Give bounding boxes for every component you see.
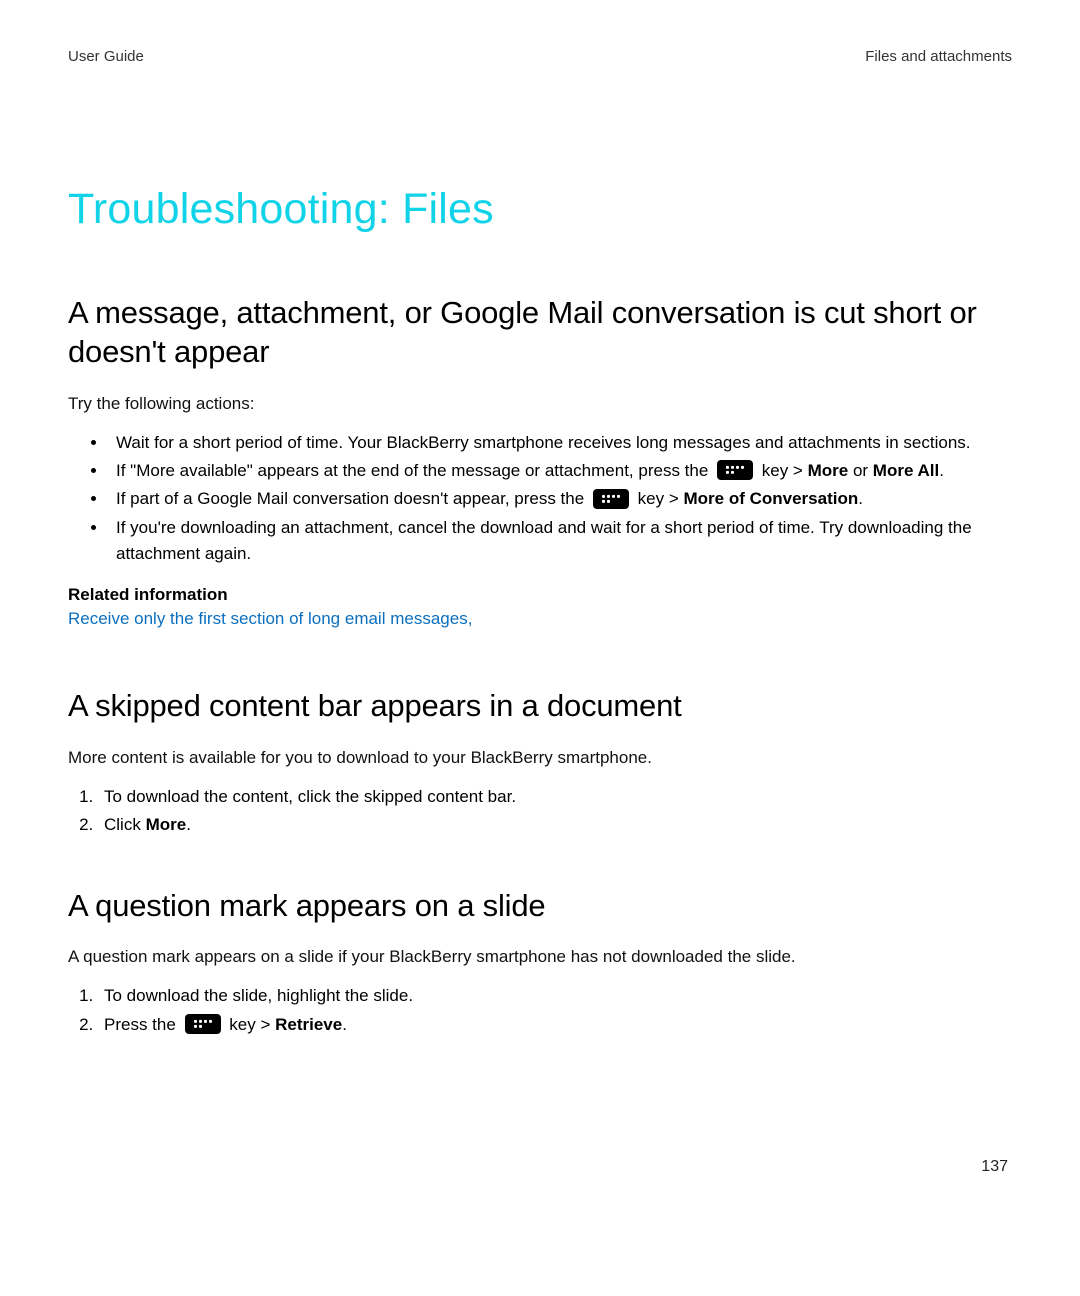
step-text: . [186,815,191,834]
step-bold: More [146,815,187,834]
bullet-text: or [848,461,873,480]
section3-steps: To download the slide, highlight the sli… [68,983,1012,1038]
section-heading-questionmark: A question mark appears on a slide [68,887,1012,926]
step-text: key > [225,1015,276,1034]
step-text: Press the [104,1015,181,1034]
bullet-text: key > [757,461,808,480]
bullet-text: If "More available" appears at the end o… [116,461,713,480]
bullet-bold: More All [873,461,939,480]
step-item: Press the key > Retrieve. [98,1012,1012,1038]
page-number: 137 [981,1158,1008,1176]
page: User Guide Files and attachments Trouble… [0,0,1080,1038]
step-item: Click More. [98,812,1012,838]
section1-bullets: Wait for a short period of time. Your Bl… [68,430,1012,568]
step-item: To download the content, click the skipp… [98,784,1012,810]
bullet-item: If part of a Google Mail conversation do… [108,486,1012,512]
menu-key-icon [185,1014,221,1034]
section-heading-cutshort: A message, attachment, or Google Mail co… [68,294,1012,372]
bullet-item: If "More available" appears at the end o… [108,458,1012,484]
bullet-text: key > [633,489,684,508]
section1-intro: Try the following actions: [68,394,1012,414]
page-title: Troubleshooting: Files [68,185,1012,234]
menu-key-icon [717,460,753,480]
step-bold: Retrieve [275,1015,342,1034]
related-info-heading: Related information [68,585,1012,605]
step-text: Click [104,815,146,834]
bullet-text: . [858,489,863,508]
header-left: User Guide [68,48,144,65]
bullet-item: If you're downloading an attachment, can… [108,515,1012,568]
page-header: User Guide Files and attachments [68,48,1012,65]
section2-intro: More content is available for you to dow… [68,748,1012,768]
step-text: . [342,1015,347,1034]
bullet-text: . [939,461,944,480]
bullet-item: Wait for a short period of time. Your Bl… [108,430,1012,456]
bullet-bold: More [808,461,849,480]
header-right: Files and attachments [865,48,1012,65]
bullet-text: If part of a Google Mail conversation do… [116,489,589,508]
related-link[interactable]: Receive only the first section of long e… [68,609,472,629]
bullet-bold: More of Conversation [683,489,858,508]
section3-intro: A question mark appears on a slide if yo… [68,947,1012,967]
section-heading-skipped: A skipped content bar appears in a docum… [68,687,1012,726]
menu-key-icon [593,489,629,509]
section2-steps: To download the content, click the skipp… [68,784,1012,839]
step-item: To download the slide, highlight the sli… [98,983,1012,1009]
